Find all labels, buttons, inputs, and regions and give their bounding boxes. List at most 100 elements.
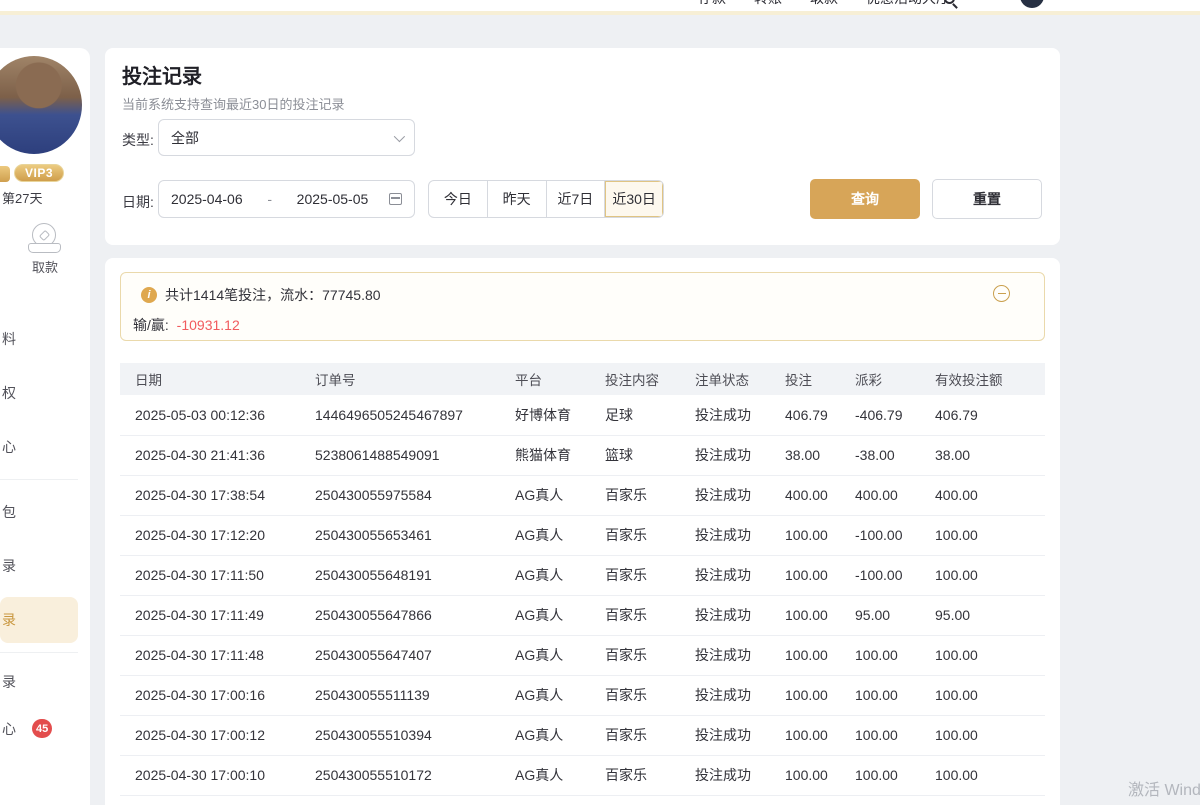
sidebar-menu-item[interactable]: 录 xyxy=(0,597,78,643)
menu-item-label: 包 xyxy=(2,502,16,522)
cell-content: 百家乐 xyxy=(605,475,695,515)
menu-item-label: 心 xyxy=(2,719,16,739)
cell-status: 投注成功 xyxy=(695,755,785,795)
query-button[interactable]: 查询 xyxy=(810,179,920,219)
table-row[interactable]: 2025-04-30 17:00:16250430055511139AG真人百家… xyxy=(120,675,1045,715)
cell-content: 百家乐 xyxy=(605,675,695,715)
cell-platform: AG真人 xyxy=(515,715,605,755)
page-title: 投注记录 xyxy=(122,60,202,89)
table-header-0: 日期 xyxy=(120,363,315,395)
sidebar-menu-item[interactable]: 录 xyxy=(0,658,90,705)
filters-card: 投注记录 当前系统支持查询最近30日的投注记录 类型: 全部 日期: 2025-… xyxy=(105,48,1060,245)
cell-order: 250430055648191 xyxy=(315,555,515,595)
menu-item-label: 录 xyxy=(2,556,16,576)
cell-status: 投注成功 xyxy=(695,555,785,595)
table-header-4: 注单状态 xyxy=(695,363,785,395)
cell-valid: 100.00 xyxy=(935,755,1045,795)
sidebar-menu-item[interactable]: 包 xyxy=(0,485,90,539)
date-label: 日期: xyxy=(122,192,154,212)
cell-content: 百家乐 xyxy=(605,515,695,555)
cell-date: 2025-04-30 17:00:10 xyxy=(120,755,315,795)
cell-order: 250430055975584 xyxy=(315,475,515,515)
type-select[interactable]: 全部 xyxy=(158,119,415,156)
cell-content: 篮球 xyxy=(605,435,695,475)
quick-date-button-3[interactable]: 近30日 xyxy=(605,181,663,217)
date-quick-buttons: 今日昨天近7日近30日 xyxy=(428,180,664,218)
table-row[interactable]: 2025-05-03 00:12:361446496505245467897好博… xyxy=(120,395,1045,435)
sidebar-menu-item[interactable]: 权 xyxy=(0,366,90,420)
loss-label: 输/赢: xyxy=(133,317,169,333)
top-navbar: 存款 转账 取款 优惠活动大厅 xyxy=(0,0,1200,15)
info-icon: i xyxy=(141,287,157,303)
table-header-2: 平台 xyxy=(515,363,605,395)
quick-date-button-1[interactable]: 昨天 xyxy=(488,181,547,217)
sidebar-item-withdraw[interactable]: 取款 xyxy=(0,223,90,276)
cell-status: 投注成功 xyxy=(695,435,785,475)
cell-bet: 100.00 xyxy=(785,595,855,635)
menu-item-label: 录 xyxy=(2,672,16,692)
quick-date-button-0[interactable]: 今日 xyxy=(429,181,488,217)
cell-valid: 100.00 xyxy=(935,555,1045,595)
cell-date: 2025-05-03 00:12:36 xyxy=(120,395,315,435)
table-row[interactable]: 2025-04-30 17:11:50250430055648191AG真人百家… xyxy=(120,555,1045,595)
menu-item-label: 料 xyxy=(2,329,16,349)
sidebar-menu-item[interactable]: 料 xyxy=(0,312,90,366)
cell-valid: 100.00 xyxy=(935,715,1045,755)
cell-platform: 熊猫体育 xyxy=(515,435,605,475)
cell-bet: 406.79 xyxy=(785,395,855,435)
cell-valid: 100.00 xyxy=(935,675,1045,715)
cell-payout: 100.00 xyxy=(855,675,935,715)
cell-date: 2025-04-30 17:11:48 xyxy=(120,635,315,675)
vip-level-icon xyxy=(0,166,10,182)
cell-content: 足球 xyxy=(605,395,695,435)
nav-item-3[interactable]: 优惠活动大厅 xyxy=(866,0,950,8)
table-header-7: 有效投注额 xyxy=(935,363,1045,395)
cell-valid: 38.00 xyxy=(935,435,1045,475)
cell-platform: AG真人 xyxy=(515,555,605,595)
loss-value: -10931.12 xyxy=(177,317,240,333)
cell-valid: 100.00 xyxy=(935,515,1045,555)
menu-item-label: 权 xyxy=(2,383,16,403)
sidebar-menu-item[interactable]: 录 xyxy=(0,539,90,593)
sidebar-menu-item[interactable]: 心45 xyxy=(0,705,90,752)
cell-bet: 100.00 xyxy=(785,715,855,755)
cell-date: 2025-04-30 17:11:49 xyxy=(120,595,315,635)
menu-group-0: 料权心 xyxy=(0,310,90,476)
cell-date: 2025-04-30 17:11:50 xyxy=(120,555,315,595)
collapse-icon[interactable] xyxy=(993,285,1010,302)
cell-bet: 400.00 xyxy=(785,475,855,515)
cell-payout: 100.00 xyxy=(855,715,935,755)
cell-order: 5238061488549091 xyxy=(315,435,515,475)
table-row[interactable]: 2025-04-30 21:41:365238061488549091熊猫体育篮… xyxy=(120,435,1045,475)
cell-bet: 100.00 xyxy=(785,555,855,595)
sidebar-menu-item[interactable]: 心 xyxy=(0,420,90,474)
table-row[interactable]: 2025-04-30 17:11:48250430055647407AG真人百家… xyxy=(120,635,1045,675)
table-row[interactable]: 2025-04-30 17:38:54250430055975584AG真人百家… xyxy=(120,475,1045,515)
cell-order: 250430055647407 xyxy=(315,635,515,675)
cell-status: 投注成功 xyxy=(695,475,785,515)
cell-platform: AG真人 xyxy=(515,595,605,635)
cell-date: 2025-04-30 21:41:36 xyxy=(120,435,315,475)
nav-item-2[interactable]: 取款 xyxy=(810,0,838,8)
table-header-5: 投注 xyxy=(785,363,855,395)
chevron-down-icon xyxy=(394,131,405,142)
cell-valid: 95.00 xyxy=(935,595,1045,635)
summary-alert: i 共计1414笔投注，流水：77745.80 输/赢: -10931.12 xyxy=(120,272,1045,341)
table-row[interactable]: 2025-04-30 17:12:20250430055653461AG真人百家… xyxy=(120,515,1045,555)
table-row[interactable]: 2025-04-30 17:00:10250430055510172AG真人百家… xyxy=(120,755,1045,795)
reset-button[interactable]: 重置 xyxy=(932,179,1042,219)
profile-avatar[interactable] xyxy=(0,56,82,154)
date-range-input[interactable]: 2025-04-06 - 2025-05-05 xyxy=(158,180,415,218)
cell-bet: 100.00 xyxy=(785,635,855,675)
cell-platform: AG真人 xyxy=(515,515,605,555)
type-label: 类型: xyxy=(122,130,154,150)
cell-platform: AG真人 xyxy=(515,635,605,675)
cell-payout: 100.00 xyxy=(855,635,935,675)
table-row[interactable]: 2025-04-30 17:11:49250430055647866AG真人百家… xyxy=(120,595,1045,635)
cell-bet: 100.00 xyxy=(785,515,855,555)
nav-item-0[interactable]: 存款 xyxy=(698,0,726,8)
user-avatar[interactable] xyxy=(1020,0,1044,8)
quick-date-button-2[interactable]: 近7日 xyxy=(547,181,606,217)
nav-item-1[interactable]: 转账 xyxy=(754,0,782,8)
table-row[interactable]: 2025-04-30 17:00:12250430055510394AG真人百家… xyxy=(120,715,1045,755)
